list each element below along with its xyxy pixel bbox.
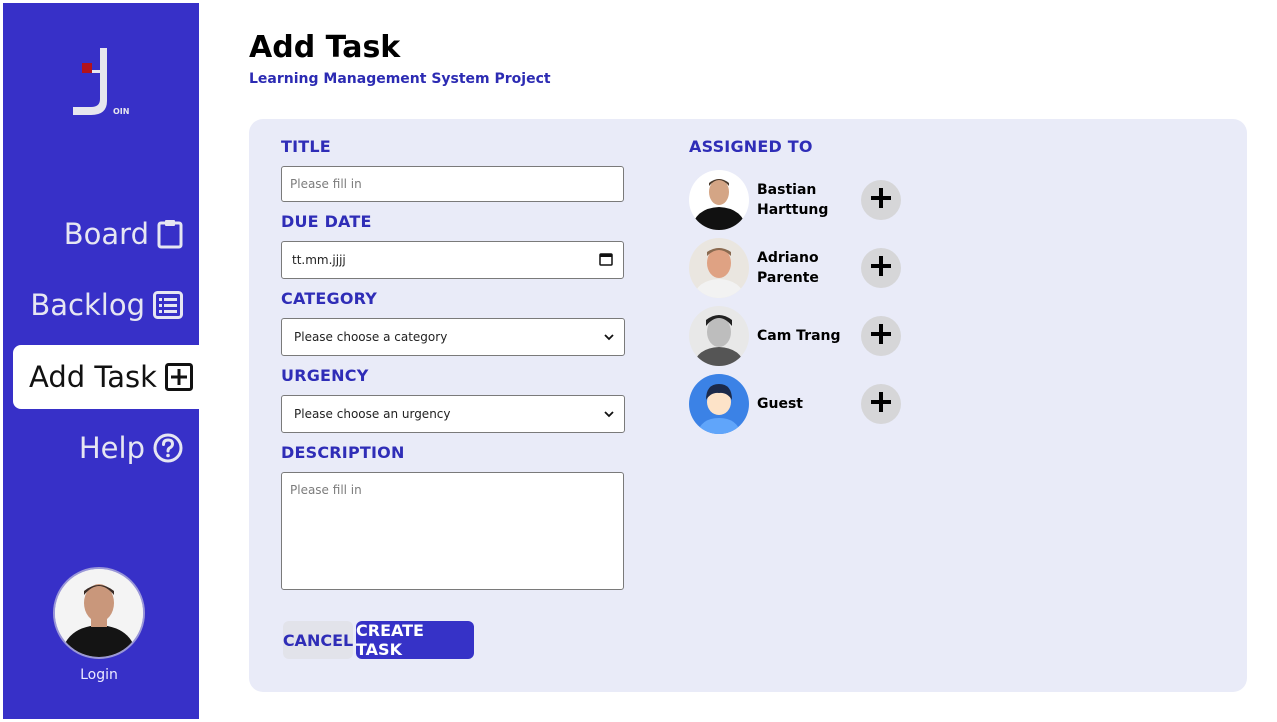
member-avatar xyxy=(689,306,749,366)
nav-add-task-label: Add Task xyxy=(29,360,157,394)
nav-help[interactable]: Help xyxy=(79,431,183,465)
member-avatar xyxy=(689,238,749,298)
member-bastian-harttung: Bastian Harttung xyxy=(689,170,929,230)
member-name: Guest xyxy=(757,396,803,412)
sidebar: OIN Board Backlog Add Task Help Login xyxy=(3,3,199,719)
urgency-label: URGENCY xyxy=(281,366,369,385)
category-label: CATEGORY xyxy=(281,289,378,308)
nav-backlog-label: Backlog xyxy=(30,288,145,322)
add-task-form: TITLE DUE DATE tt.mm.jjjj CATEGORY Pleas… xyxy=(249,119,1247,692)
description-label: DESCRIPTION xyxy=(281,443,405,462)
title-input[interactable] xyxy=(281,166,624,202)
join-logo: OIN xyxy=(69,45,139,119)
plus-icon xyxy=(870,323,892,349)
add-member-button[interactable] xyxy=(861,384,901,424)
create-task-button[interactable]: CREATE TASK xyxy=(356,621,474,659)
add-member-button[interactable] xyxy=(861,248,901,288)
plus-icon xyxy=(870,391,892,417)
category-value: Please choose a category xyxy=(294,330,448,344)
logo-text: OIN xyxy=(113,107,129,116)
due-date-label: DUE DATE xyxy=(281,212,372,231)
member-avatar xyxy=(689,374,749,434)
member-name: Adriano Parente xyxy=(757,250,819,286)
list-icon xyxy=(153,291,183,319)
member-guest: Guest xyxy=(689,374,929,434)
member-cam-trang: Cam Trang xyxy=(689,306,929,366)
page-title: Add Task xyxy=(249,30,401,65)
member-avatar xyxy=(689,170,749,230)
assigned-to-label: ASSIGNED TO xyxy=(689,137,813,156)
member-name: Cam Trang xyxy=(757,328,841,344)
user-avatar[interactable] xyxy=(53,567,145,659)
plus-square-icon xyxy=(164,363,193,391)
due-date-input[interactable]: tt.mm.jjjj xyxy=(281,241,624,279)
plus-icon xyxy=(870,187,892,213)
nav-add-task[interactable]: Add Task xyxy=(13,345,199,409)
cancel-button[interactable]: CANCEL xyxy=(283,621,353,659)
member-adriano-parente: Adriano Parente xyxy=(689,238,929,298)
add-member-button[interactable] xyxy=(861,180,901,220)
nav-help-label: Help xyxy=(78,431,145,465)
clipboard-icon xyxy=(157,219,183,249)
login-label: Login xyxy=(80,667,118,683)
description-textarea[interactable] xyxy=(281,472,624,590)
plus-icon xyxy=(870,255,892,281)
title-label: TITLE xyxy=(281,137,331,156)
due-date-value: tt.mm.jjjj xyxy=(292,253,346,267)
chevron-down-icon xyxy=(604,330,614,344)
category-select[interactable]: Please choose a category xyxy=(281,318,625,356)
nav-backlog[interactable]: Backlog xyxy=(30,288,183,322)
calendar-icon[interactable] xyxy=(599,252,613,269)
nav-board[interactable]: Board xyxy=(64,217,183,251)
urgency-select[interactable]: Please choose an urgency xyxy=(281,395,625,433)
chevron-down-icon xyxy=(604,407,614,421)
login[interactable]: Login xyxy=(52,567,146,683)
member-name: Bastian Harttung xyxy=(757,182,829,218)
help-circle-icon xyxy=(153,433,183,463)
add-member-button[interactable] xyxy=(861,316,901,356)
nav-board-label: Board xyxy=(63,217,149,251)
urgency-value: Please choose an urgency xyxy=(294,407,451,421)
project-subtitle: Learning Management System Project xyxy=(249,71,551,87)
